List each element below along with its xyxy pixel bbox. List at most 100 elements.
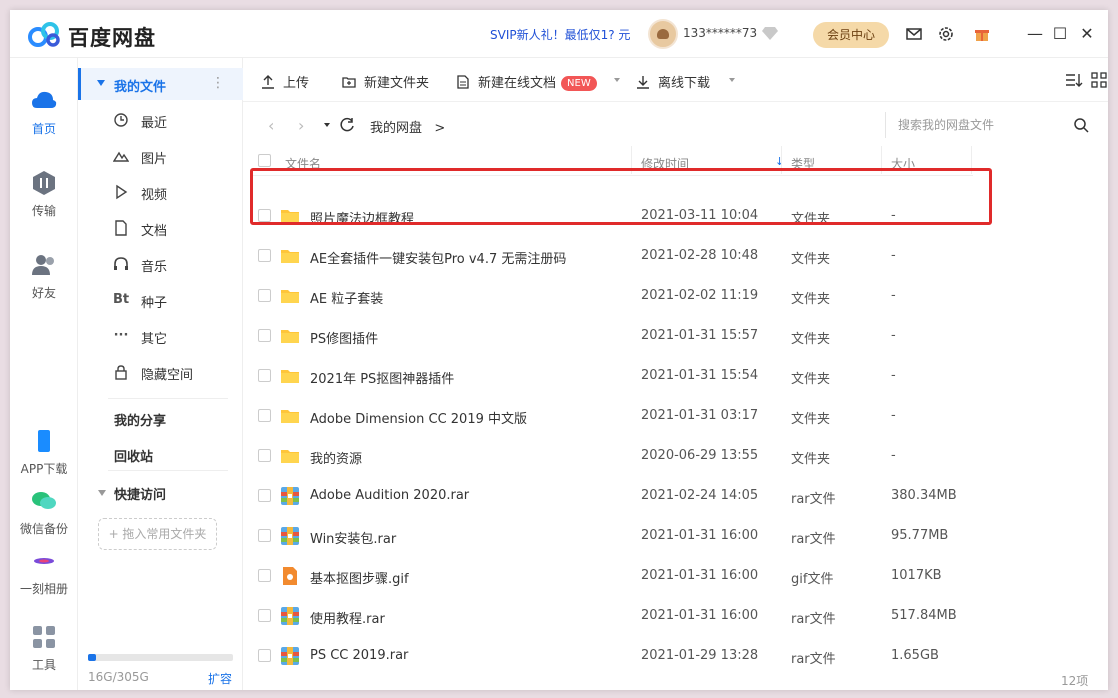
file-modified-time: 2021-01-31 16:00 <box>641 608 759 623</box>
rar-icon <box>280 526 300 546</box>
back-button[interactable]: ‹ <box>268 116 274 135</box>
rail-app-download[interactable]: APP下载 <box>10 428 78 477</box>
row-checkbox[interactable] <box>258 409 271 422</box>
rail-tools[interactable]: 工具 <box>10 624 78 673</box>
sidebar-item-label: 图片 <box>141 152 168 167</box>
rail-wechat-backup-label: 微信备份 <box>19 522 68 536</box>
rail-wechat-backup[interactable]: 微信备份 <box>10 488 78 537</box>
row-checkbox[interactable] <box>258 609 271 622</box>
rail-album[interactable]: 一刻相册 <box>10 548 78 597</box>
breadcrumb[interactable]: 我的网盘 > <box>370 117 445 136</box>
select-all-checkbox[interactable] <box>258 154 271 167</box>
file-name[interactable]: AE 粒子套装 <box>310 288 383 307</box>
table-row[interactable]: PS CC 2019.rar 2021-01-29 13:28 rar文件 1.65G… <box>253 636 973 676</box>
sidebar-quick-access[interactable]: 快捷访问 <box>114 484 166 503</box>
table-row[interactable]: Adobe Audition 2020.rar 2021-02-24 14:05 r… <box>253 476 973 516</box>
more-vertical-icon[interactable]: ⋮ <box>211 75 225 91</box>
file-name[interactable]: 我的资源 <box>310 448 362 467</box>
video-icon <box>116 184 128 200</box>
gift-icon[interactable] <box>972 24 992 44</box>
upload-button[interactable]: 上传 <box>261 72 309 91</box>
lock-icon <box>115 365 127 380</box>
chevron-down-icon[interactable] <box>614 78 620 82</box>
file-name[interactable]: AE全套插件一键安装包Pro v4.7 无需注册码 <box>310 248 566 267</box>
tools-icon <box>33 626 55 648</box>
search-input[interactable] <box>898 115 1068 135</box>
sidebar-item-recent[interactable]: 最近 <box>78 104 243 136</box>
file-name[interactable]: 使用教程.rar <box>310 608 385 627</box>
chevron-down-icon[interactable] <box>729 78 735 82</box>
refresh-icon[interactable] <box>340 117 355 132</box>
rail-home[interactable]: 首页 <box>10 88 78 137</box>
table-row[interactable]: PS修图插件 2021-01-31 15:57 文件夹 - <box>253 316 973 356</box>
more-icon: ··· <box>113 328 129 343</box>
sidebar-item-images[interactable]: 图片 <box>78 140 243 172</box>
file-name[interactable]: PS CC 2019.rar <box>310 648 408 663</box>
rail-friends[interactable]: 好友 <box>10 252 78 301</box>
row-checkbox[interactable] <box>258 249 271 262</box>
baidu-netdisk-logo <box>28 22 60 47</box>
vip-center-button[interactable]: 会员中心 <box>813 22 889 48</box>
close-button[interactable]: ✕ <box>1077 24 1097 44</box>
file-name[interactable]: Win安装包.rar <box>310 528 396 547</box>
row-checkbox[interactable] <box>258 289 271 302</box>
table-row[interactable]: AE全套插件一键安装包Pro v4.7 无需注册码 2021-02-28 10:4… <box>253 236 973 276</box>
sidebar-item-music[interactable]: 音乐 <box>78 248 243 280</box>
file-size: - <box>891 408 896 423</box>
new-folder-button[interactable]: 新建文件夹 <box>342 72 429 91</box>
mail-icon[interactable] <box>904 24 924 44</box>
table-row[interactable]: Adobe Dimension CC 2019 中文版 2021-01-31 03… <box>253 396 973 436</box>
quick-access-arrow-icon[interactable] <box>98 490 106 496</box>
collapse-arrow-icon[interactable] <box>97 80 105 86</box>
table-row[interactable]: Win安装包.rar 2021-01-31 16:00 rar文件 95.77MB <box>253 516 973 556</box>
drop-folder-zone[interactable]: + 拖入常用文件夹 <box>98 518 217 550</box>
file-modified-time: 2021-01-31 16:00 <box>641 568 759 583</box>
row-checkbox[interactable] <box>258 569 271 582</box>
sidebar-my-share[interactable]: 我的分享 <box>114 410 166 429</box>
sidebar-item-hidden-space[interactable]: 隐藏空间 <box>78 356 243 388</box>
sidebar-item-videos[interactable]: 视频 <box>78 176 243 208</box>
file-type: 文件夹 <box>791 292 831 307</box>
sidebar-recycle-bin[interactable]: 回收站 <box>114 446 153 465</box>
sidebar-item-other[interactable]: ··· 其它 <box>78 320 243 352</box>
avatar[interactable] <box>648 19 678 49</box>
sidebar-my-files[interactable]: 我的文件 ⋮ <box>78 68 243 100</box>
svip-promo-link[interactable]: SVIP新人礼！最低仅1? 元 <box>490 26 630 43</box>
row-checkbox[interactable] <box>258 649 271 662</box>
table-row[interactable]: AE 粒子套装 2021-02-02 11:19 文件夹 - <box>253 276 973 316</box>
highlight-box <box>250 168 992 225</box>
settings-icon[interactable] <box>936 24 956 44</box>
sidebar-item-documents[interactable]: 文档 <box>78 212 243 244</box>
file-size: - <box>891 368 896 383</box>
minimize-button[interactable]: — <box>1025 24 1045 44</box>
file-name[interactable]: Adobe Dimension CC 2019 中文版 <box>310 408 527 427</box>
row-checkbox[interactable] <box>258 329 271 342</box>
row-checkbox[interactable] <box>258 489 271 502</box>
table-row[interactable]: 2021年 PS抠图神器插件 2021-01-31 15:54 文件夹 - <box>253 356 973 396</box>
sort-icon[interactable] <box>1065 71 1083 89</box>
table-row[interactable]: 我的资源 2020-06-29 13:55 文件夹 - <box>253 436 973 476</box>
new-online-doc-button[interactable]: 新建在线文档 NEW <box>456 72 597 91</box>
breadcrumb-separator: > <box>434 121 446 136</box>
table-row[interactable]: 基本抠图步骤.gif 2021-01-31 16:00 gif文件 1017KB <box>253 556 973 596</box>
search-icon[interactable] <box>1073 117 1089 133</box>
file-name[interactable]: Adobe Audition 2020.rar <box>310 488 469 503</box>
expand-storage-link[interactable]: 扩容 <box>208 670 232 687</box>
file-name[interactable]: PS修图插件 <box>310 328 378 347</box>
history-dropdown-icon[interactable] <box>324 123 330 127</box>
breadcrumb-root[interactable]: 我的网盘 <box>370 121 422 136</box>
username[interactable]: 133******73 <box>683 26 757 40</box>
row-checkbox[interactable] <box>258 449 271 462</box>
forward-button[interactable]: › <box>298 116 304 135</box>
file-name[interactable]: 基本抠图步骤.gif <box>310 568 409 587</box>
table-row[interactable]: 使用教程.rar 2021-01-31 16:00 rar文件 517.84MB <box>253 596 973 636</box>
diamond-icon[interactable] <box>762 26 778 40</box>
offline-download-button[interactable]: 离线下载 <box>636 72 710 91</box>
sidebar-item-torrents[interactable]: Bt 种子 <box>78 284 243 316</box>
maximize-button[interactable]: ☐ <box>1050 24 1070 44</box>
row-checkbox[interactable] <box>258 369 271 382</box>
grid-view-icon[interactable] <box>1090 71 1108 89</box>
file-name[interactable]: 2021年 PS抠图神器插件 <box>310 368 454 387</box>
rail-transfer[interactable]: 传输 <box>10 170 78 219</box>
row-checkbox[interactable] <box>258 529 271 542</box>
